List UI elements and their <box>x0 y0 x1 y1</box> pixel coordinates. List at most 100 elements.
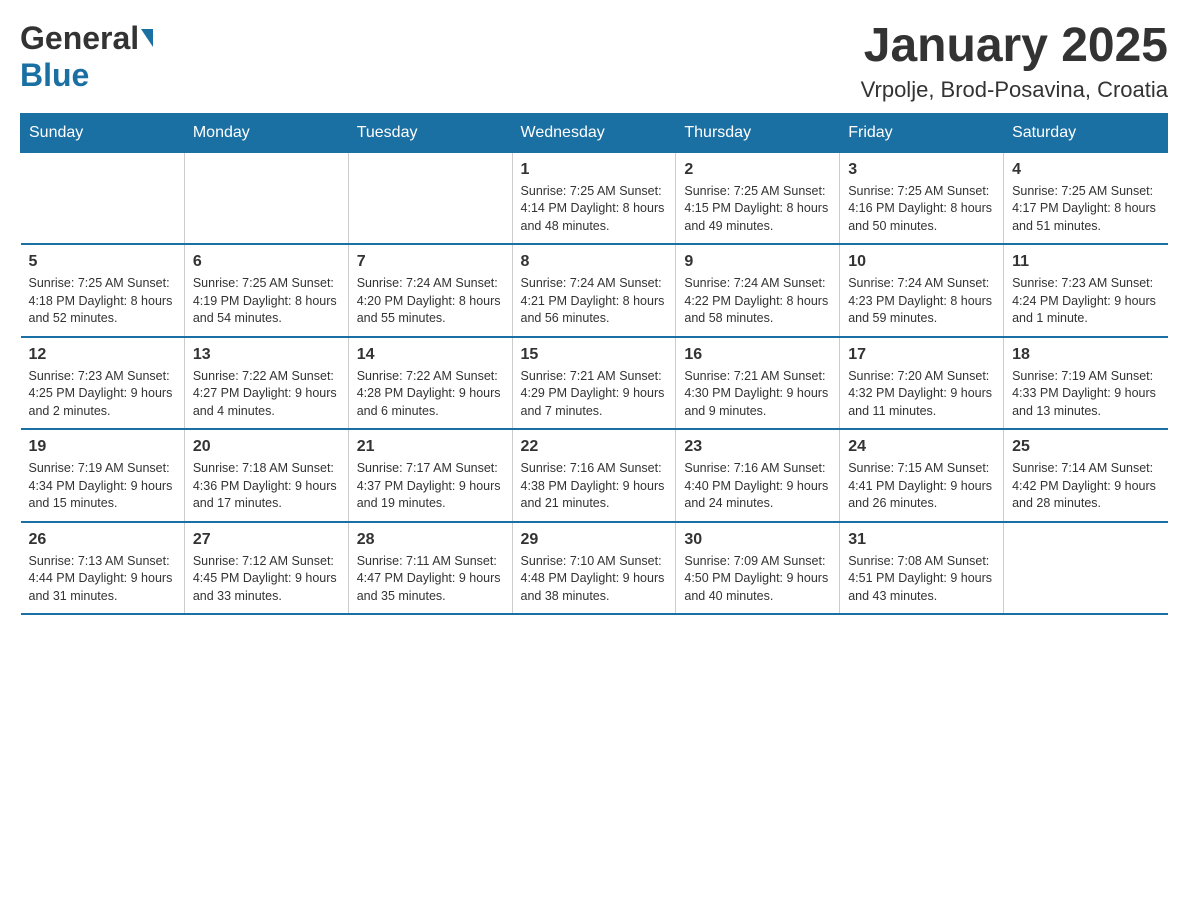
logo-general: General <box>20 20 139 56</box>
calendar-cell: 17 Sunrise: 7:20 AM Sunset: 4:32 PM Dayli… <box>840 337 1004 430</box>
week-row-3: 12Sunrise: 7:23 AM Sunset: 4:25 PM Dayli… <box>21 337 1168 430</box>
day-info: Sunrise: 7:23 AM Sunset: 4:24 PM Dayligh… <box>1012 275 1159 328</box>
calendar-cell: 12Sunrise: 7:23 AM Sunset: 4:25 PM Dayli… <box>21 337 185 430</box>
calendar-cell: 18 Sunrise: 7:19 AM Sunset: 4:33 PM Dayli… <box>1004 337 1168 430</box>
calendar-cell: 3 Sunrise: 7:25 AM Sunset: 4:16 PM Daylig… <box>840 152 1004 244</box>
day-info: Sunrise: 7:22 AM Sunset: 4:27 PM Dayligh… <box>193 368 340 421</box>
day-info: Sunrise: 7:24 AM Sunset: 4:22 PM Dayligh… <box>684 275 831 328</box>
calendar-cell: 31 Sunrise: 7:08 AM Sunset: 4:51 PM Dayli… <box>840 522 1004 615</box>
day-number: 30 <box>684 531 831 549</box>
day-info: Sunrise: 7:25 AM Sunset: 4:18 PM Dayligh… <box>29 275 176 328</box>
day-number: 7 <box>357 253 504 271</box>
week-row-4: 19Sunrise: 7:19 AM Sunset: 4:34 PM Dayli… <box>21 429 1168 522</box>
day-number: 5 <box>29 253 176 271</box>
calendar-cell: 2 Sunrise: 7:25 AM Sunset: 4:15 PM Daylig… <box>676 152 840 244</box>
day-number: 13 <box>193 346 340 364</box>
calendar-cell: 6Sunrise: 7:25 AM Sunset: 4:19 PM Daylig… <box>184 244 348 337</box>
calendar-cell: 25 Sunrise: 7:14 AM Sunset: 4:42 PM Dayli… <box>1004 429 1168 522</box>
day-number: 18 <box>1012 346 1159 364</box>
header-cell-friday: Friday <box>840 113 1004 152</box>
day-info: Sunrise: 7:14 AM Sunset: 4:42 PM Dayligh… <box>1012 460 1159 513</box>
calendar-cell: 21Sunrise: 7:17 AM Sunset: 4:37 PM Dayli… <box>348 429 512 522</box>
logo-blue-text: Blue <box>20 57 89 93</box>
day-number: 15 <box>521 346 668 364</box>
day-number: 4 <box>1012 161 1159 179</box>
day-number: 1 <box>521 161 668 179</box>
calendar-cell: 8Sunrise: 7:24 AM Sunset: 4:21 PM Daylig… <box>512 244 676 337</box>
calendar-cell: 14Sunrise: 7:22 AM Sunset: 4:28 PM Dayli… <box>348 337 512 430</box>
calendar-cell: 9 Sunrise: 7:24 AM Sunset: 4:22 PM Daylig… <box>676 244 840 337</box>
calendar-table: SundayMondayTuesdayWednesdayThursdayFrid… <box>20 113 1168 616</box>
calendar-cell: 7 Sunrise: 7:24 AM Sunset: 4:20 PM Daylig… <box>348 244 512 337</box>
calendar-cell <box>1004 522 1168 615</box>
day-info: Sunrise: 7:16 AM Sunset: 4:38 PM Dayligh… <box>521 460 668 513</box>
calendar-cell: 5 Sunrise: 7:25 AM Sunset: 4:18 PM Daylig… <box>21 244 185 337</box>
calendar-cell <box>348 152 512 244</box>
header-cell-wednesday: Wednesday <box>512 113 676 152</box>
day-info: Sunrise: 7:19 AM Sunset: 4:33 PM Dayligh… <box>1012 368 1159 421</box>
day-info: Sunrise: 7:18 AM Sunset: 4:36 PM Dayligh… <box>193 460 340 513</box>
day-info: Sunrise: 7:11 AM Sunset: 4:47 PM Dayligh… <box>357 553 504 606</box>
day-info: Sunrise: 7:09 AM Sunset: 4:50 PM Dayligh… <box>684 553 831 606</box>
calendar-cell: 29 Sunrise: 7:10 AM Sunset: 4:48 PM Dayli… <box>512 522 676 615</box>
calendar-cell: 10 Sunrise: 7:24 AM Sunset: 4:23 PM Dayli… <box>840 244 1004 337</box>
day-number: 24 <box>848 438 995 456</box>
calendar-cell: 30 Sunrise: 7:09 AM Sunset: 4:50 PM Dayli… <box>676 522 840 615</box>
calendar-cell: 13 Sunrise: 7:22 AM Sunset: 4:27 PM Dayli… <box>184 337 348 430</box>
day-info: Sunrise: 7:21 AM Sunset: 4:29 PM Dayligh… <box>521 368 668 421</box>
day-info: Sunrise: 7:13 AM Sunset: 4:44 PM Dayligh… <box>29 553 176 606</box>
day-number: 14 <box>357 346 504 364</box>
day-number: 26 <box>29 531 176 549</box>
day-number: 23 <box>684 438 831 456</box>
day-info: Sunrise: 7:15 AM Sunset: 4:41 PM Dayligh… <box>848 460 995 513</box>
calendar-cell: 28Sunrise: 7:11 AM Sunset: 4:47 PM Dayli… <box>348 522 512 615</box>
day-info: Sunrise: 7:25 AM Sunset: 4:15 PM Dayligh… <box>684 183 831 236</box>
day-info: Sunrise: 7:25 AM Sunset: 4:16 PM Dayligh… <box>848 183 995 236</box>
day-number: 29 <box>521 531 668 549</box>
week-row-5: 26 Sunrise: 7:13 AM Sunset: 4:44 PM Dayli… <box>21 522 1168 615</box>
calendar-cell: 16Sunrise: 7:21 AM Sunset: 4:30 PM Dayli… <box>676 337 840 430</box>
day-info: Sunrise: 7:25 AM Sunset: 4:14 PM Dayligh… <box>521 183 668 236</box>
calendar-cell: 26 Sunrise: 7:13 AM Sunset: 4:44 PM Dayli… <box>21 522 185 615</box>
calendar-cell: 22 Sunrise: 7:16 AM Sunset: 4:38 PM Dayli… <box>512 429 676 522</box>
calendar-cell: 24 Sunrise: 7:15 AM Sunset: 4:41 PM Dayli… <box>840 429 1004 522</box>
day-number: 10 <box>848 253 995 271</box>
day-number: 17 <box>848 346 995 364</box>
header-row: SundayMondayTuesdayWednesdayThursdayFrid… <box>21 113 1168 152</box>
day-info: Sunrise: 7:16 AM Sunset: 4:40 PM Dayligh… <box>684 460 831 513</box>
logo-blue-line: Blue <box>20 57 89 94</box>
day-info: Sunrise: 7:24 AM Sunset: 4:21 PM Dayligh… <box>521 275 668 328</box>
day-number: 3 <box>848 161 995 179</box>
day-number: 25 <box>1012 438 1159 456</box>
day-info: Sunrise: 7:25 AM Sunset: 4:17 PM Dayligh… <box>1012 183 1159 236</box>
week-row-1: 1 Sunrise: 7:25 AM Sunset: 4:14 PM Daylig… <box>21 152 1168 244</box>
calendar-cell: 11Sunrise: 7:23 AM Sunset: 4:24 PM Dayli… <box>1004 244 1168 337</box>
week-row-2: 5 Sunrise: 7:25 AM Sunset: 4:18 PM Daylig… <box>21 244 1168 337</box>
subtitle: Vrpolje, Brod-Posavina, Croatia <box>861 77 1168 103</box>
day-number: 16 <box>684 346 831 364</box>
day-info: Sunrise: 7:10 AM Sunset: 4:48 PM Dayligh… <box>521 553 668 606</box>
day-number: 22 <box>521 438 668 456</box>
day-info: Sunrise: 7:20 AM Sunset: 4:32 PM Dayligh… <box>848 368 995 421</box>
day-number: 19 <box>29 438 176 456</box>
day-number: 9 <box>684 253 831 271</box>
day-number: 27 <box>193 531 340 549</box>
header-cell-monday: Monday <box>184 113 348 152</box>
page-header: General Blue January 2025 Vrpolje, Brod-… <box>20 20 1168 103</box>
calendar-body: 1 Sunrise: 7:25 AM Sunset: 4:14 PM Daylig… <box>21 152 1168 614</box>
day-number: 6 <box>193 253 340 271</box>
day-info: Sunrise: 7:24 AM Sunset: 4:23 PM Dayligh… <box>848 275 995 328</box>
header-cell-tuesday: Tuesday <box>348 113 512 152</box>
day-info: Sunrise: 7:08 AM Sunset: 4:51 PM Dayligh… <box>848 553 995 606</box>
calendar-cell: 27Sunrise: 7:12 AM Sunset: 4:45 PM Dayli… <box>184 522 348 615</box>
logo: General Blue <box>20 20 153 94</box>
calendar-cell: 4 Sunrise: 7:25 AM Sunset: 4:17 PM Daylig… <box>1004 152 1168 244</box>
day-info: Sunrise: 7:24 AM Sunset: 4:20 PM Dayligh… <box>357 275 504 328</box>
logo-triangle-icon <box>141 29 153 47</box>
day-number: 21 <box>357 438 504 456</box>
calendar-cell: 1 Sunrise: 7:25 AM Sunset: 4:14 PM Daylig… <box>512 152 676 244</box>
day-number: 2 <box>684 161 831 179</box>
day-number: 31 <box>848 531 995 549</box>
calendar-header: SundayMondayTuesdayWednesdayThursdayFrid… <box>21 113 1168 152</box>
header-cell-thursday: Thursday <box>676 113 840 152</box>
